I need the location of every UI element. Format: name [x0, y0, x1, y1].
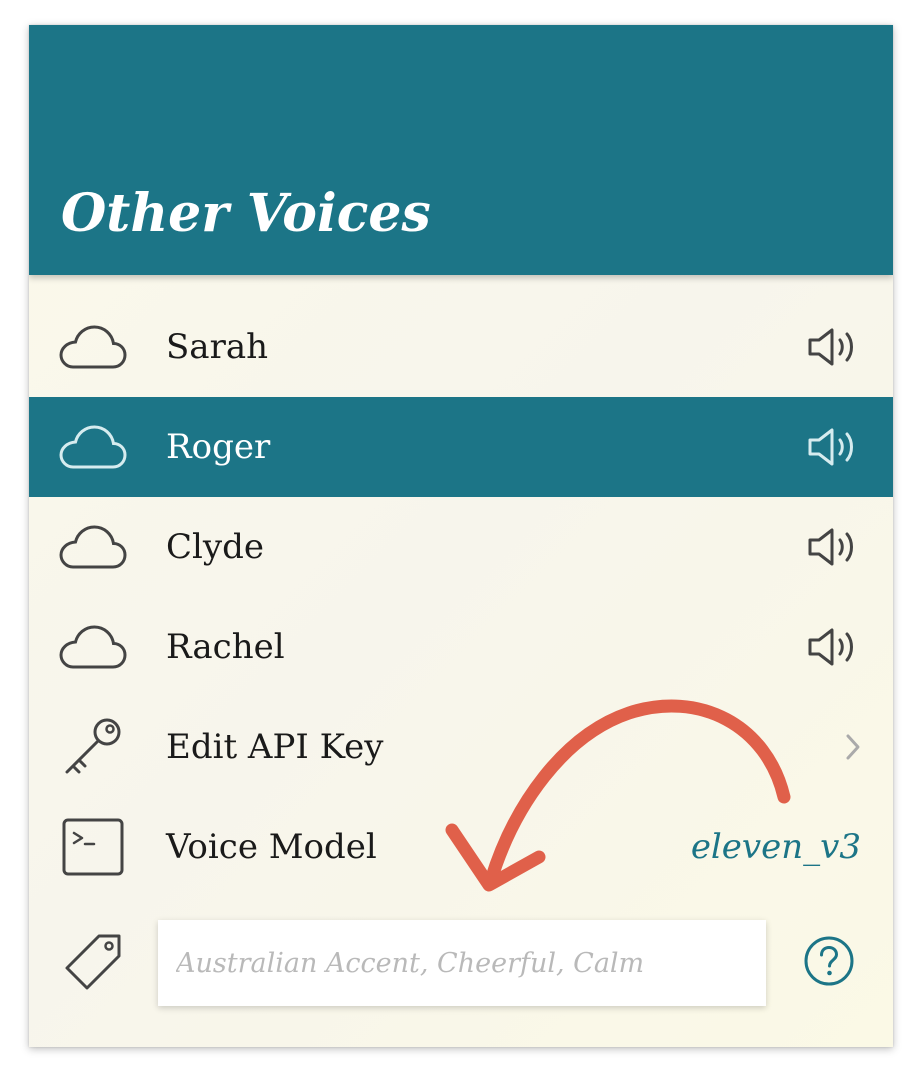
voice-model-label: Voice Model — [166, 827, 377, 867]
voice-label: Roger — [166, 427, 271, 467]
tag-icon — [61, 930, 125, 994]
voice-row-clyde[interactable]: Clyde — [29, 497, 893, 597]
speaker-icon[interactable] — [807, 425, 859, 469]
voice-label: Rachel — [166, 627, 285, 667]
chevron-right-icon — [843, 732, 863, 762]
voice-label: Sarah — [166, 327, 268, 367]
voice-tags-input[interactable] — [158, 920, 766, 1006]
header: Other Voices — [29, 25, 893, 275]
speaker-icon[interactable] — [807, 625, 859, 669]
cloud-icon — [59, 517, 127, 577]
terminal-icon — [59, 817, 127, 877]
api-key-label: Edit API Key — [166, 727, 384, 767]
help-icon[interactable] — [803, 935, 855, 987]
cloud-icon — [59, 417, 127, 477]
cloud-icon — [59, 317, 127, 377]
speaker-icon[interactable] — [807, 525, 859, 569]
voice-row-rachel[interactable]: Rachel — [29, 597, 893, 697]
voice-label: Clyde — [166, 527, 264, 567]
speaker-icon[interactable] — [807, 325, 859, 369]
voice-row-sarah[interactable]: Sarah — [29, 297, 893, 397]
voice-row-roger[interactable]: Roger — [29, 397, 893, 497]
page-title: Other Voices — [61, 183, 431, 244]
voices-panel: Other Voices Sarah Roger Clyde Rachel Ed… — [29, 25, 893, 1047]
voice-model-row[interactable]: Voice Model eleven_v3 — [29, 797, 893, 897]
edit-api-key-row[interactable]: Edit API Key — [29, 697, 893, 797]
voice-model-value: eleven_v3 — [690, 827, 861, 867]
key-icon — [59, 717, 127, 777]
cloud-icon — [59, 617, 127, 677]
